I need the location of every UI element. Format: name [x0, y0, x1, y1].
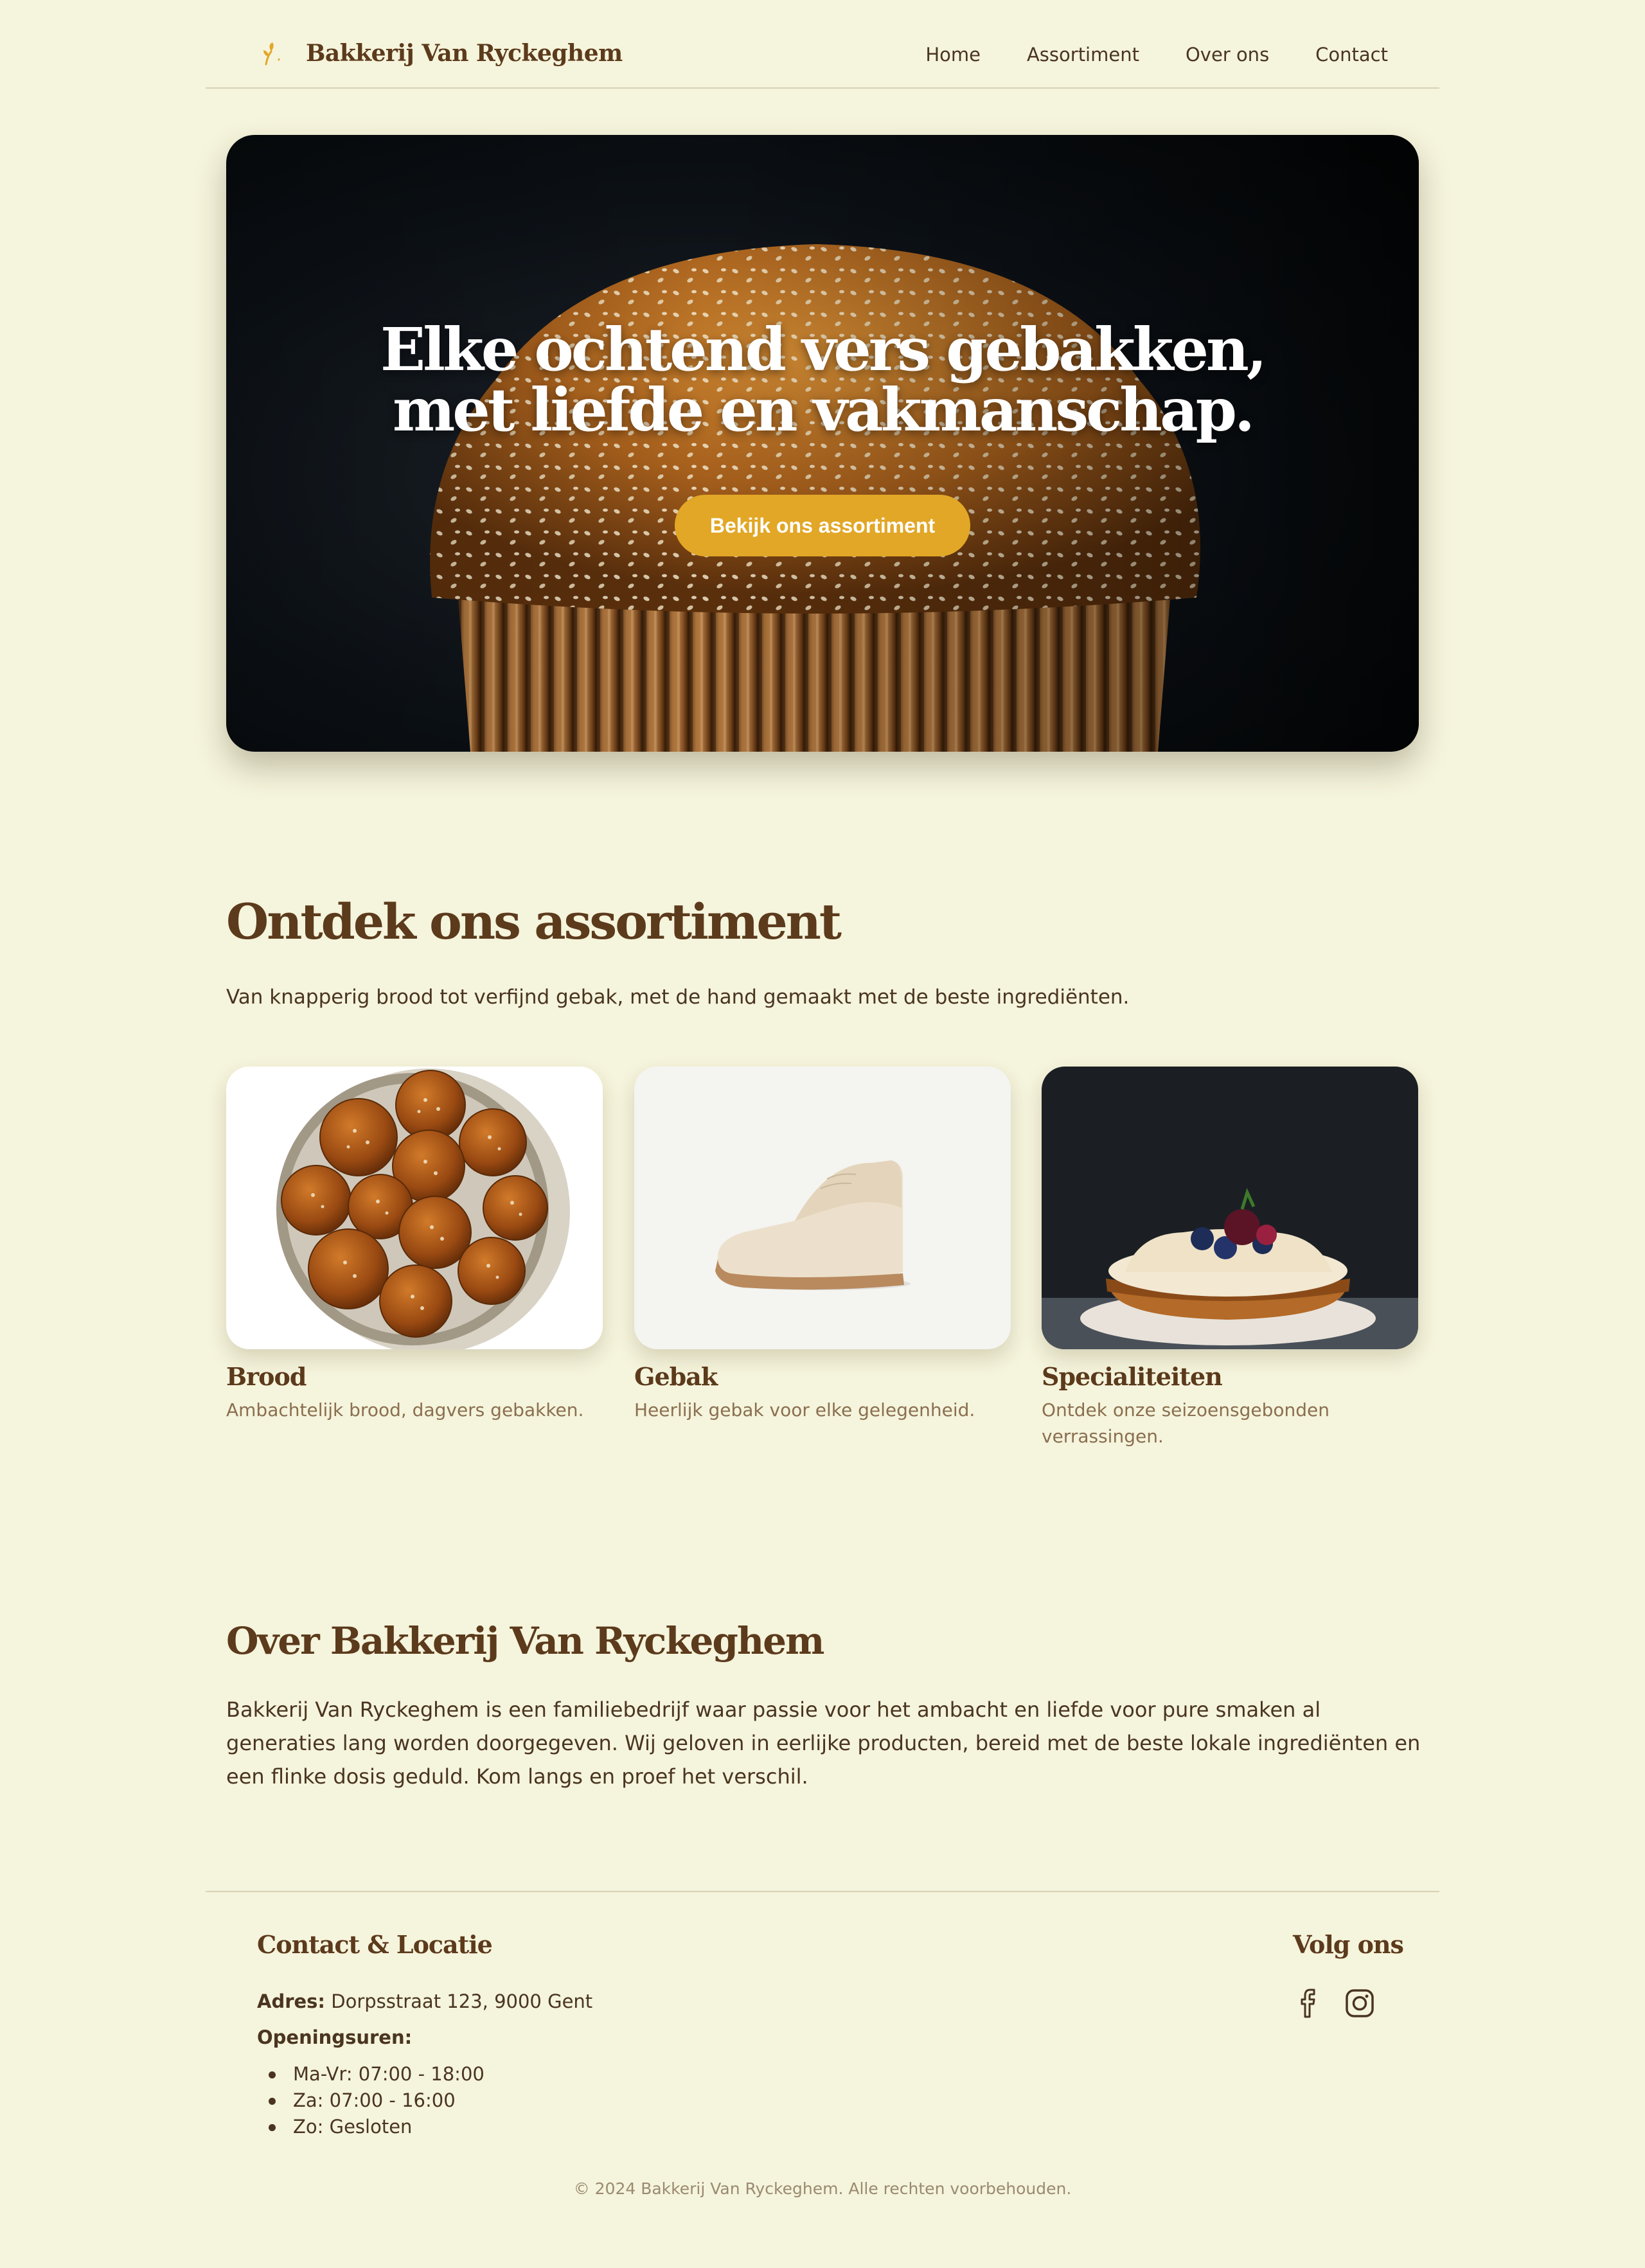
card-title: Brood [226, 1362, 307, 1391]
view-assortment-button[interactable]: Bekijk ons assortiment [675, 495, 970, 556]
nav-home[interactable]: Home [925, 44, 981, 66]
address-label: Adres: [257, 1990, 326, 2012]
product-card-gebak[interactable]: Gebak Heerlijk gebak voor elke gelegenhe… [634, 1067, 1011, 1424]
card-description: Heerlijk gebak voor elke gelegenheid. [634, 1399, 975, 1421]
card-title: Gebak [634, 1362, 718, 1391]
social-title: Volg ons [1293, 1930, 1404, 1959]
address: Adres: Dorpsstraat 123, 9000 Gent [257, 1990, 592, 2012]
copyright: © 2024 Bakkerij Van Ryckeghem. Alle rech… [573, 2179, 1072, 2198]
contact-title: Contact & Locatie [257, 1930, 493, 1959]
main-nav: Home Assortiment Over ons Contact [925, 44, 1388, 66]
hours-label: Openingsuren: [257, 2026, 413, 2048]
footer-divider [206, 1891, 1439, 1892]
site-header: Bakkerij Van Ryckeghem Home Assortiment … [206, 0, 1439, 89]
card-description: Ontdek onze seizoensgebonden verrassinge… [1042, 1399, 1329, 1447]
brand-name: Bakkerij Van Ryckeghem [306, 40, 623, 67]
nav-assortiment[interactable]: Assortiment [1027, 44, 1139, 66]
brood-image [226, 1067, 603, 1349]
facebook-icon[interactable] [1292, 1987, 1325, 2020]
nav-over-ons[interactable]: Over ons [1186, 44, 1269, 66]
assortment-title: Ontdek ons assortiment [226, 893, 842, 950]
hero-title-line-2: met liefde en vakmanschap. [392, 375, 1255, 445]
assortment-subtitle: Van knapperig brood tot verfijnd gebak, … [226, 986, 1130, 1009]
opening-hours-list: Ma-Vr: 07:00 - 18:00 Za: 07:00 - 16:00 Z… [257, 2061, 485, 2140]
nav-contact[interactable]: Contact [1315, 44, 1388, 66]
hours-item: Za: 07:00 - 16:00 [257, 2087, 485, 2114]
specialiteiten-image [1042, 1067, 1418, 1349]
card-title: Specialiteiten [1042, 1362, 1223, 1391]
product-card-specialiteiten[interactable]: Specialiteiten Ontdek onze seizoensgebon… [1042, 1067, 1418, 1449]
brand[interactable]: Bakkerij Van Ryckeghem [257, 37, 623, 69]
gebak-image [634, 1067, 1011, 1349]
wheat-logo-icon [263, 42, 280, 66]
instagram-icon[interactable] [1343, 1987, 1376, 2020]
hero: Elke ochtend vers gebakken, met liefde e… [226, 135, 1419, 752]
hero-title-line-1: Elke ochtend vers gebakken, [380, 315, 1267, 384]
hero-title: Elke ochtend vers gebakken, met liefde e… [226, 319, 1419, 441]
about-title: Over Bakkerij Van Ryckeghem [226, 1619, 824, 1663]
product-card-brood[interactable]: Brood Ambachtelijk brood, dagvers gebakk… [226, 1067, 603, 1424]
social-links [1292, 1987, 1376, 2020]
address-value: Dorpsstraat 123, 9000 Gent [331, 1990, 593, 2012]
about-text: Bakkerij Van Ryckeghem is een familiebed… [226, 1697, 1421, 1789]
hours-item: Ma-Vr: 07:00 - 18:00 [257, 2061, 485, 2087]
card-description: Ambachtelijk brood, dagvers gebakken. [226, 1399, 584, 1421]
hours-item: Zo: Gesloten [257, 2114, 485, 2140]
